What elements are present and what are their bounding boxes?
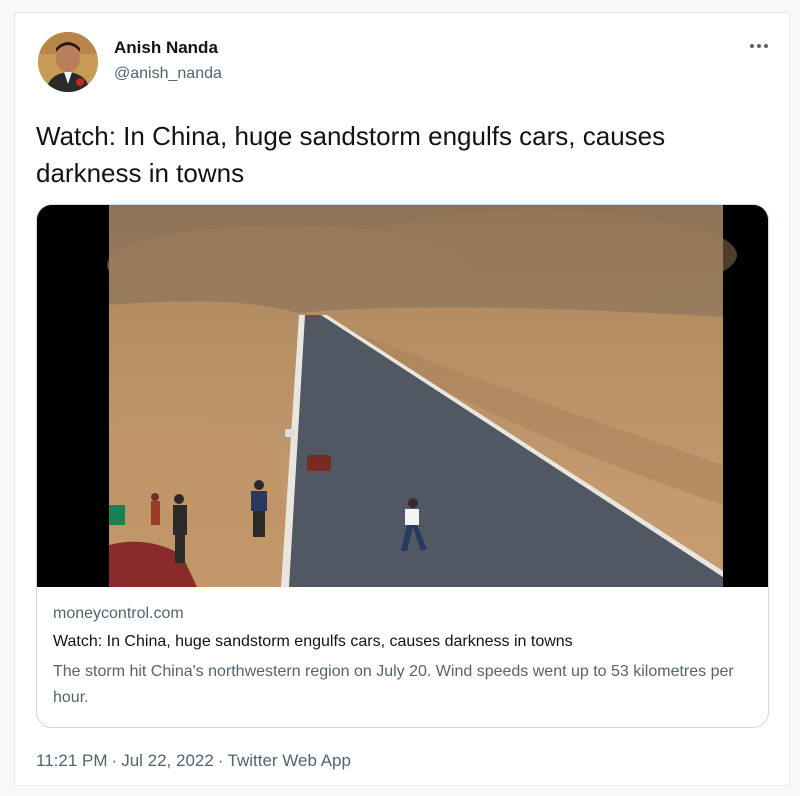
link-preview-card[interactable]: moneycontrol.com Watch: In China, huge s… [36,204,769,728]
tweet-source[interactable]: Twitter Web App [228,751,351,770]
link-domain: moneycontrol.com [53,605,184,622]
author-handle[interactable]: @anish_nanda [114,64,222,84]
sandstorm-road-image [37,205,768,587]
more-horizontal-icon[interactable] [744,34,774,58]
link-title: Watch: In China, huge sandstorm engulfs … [53,633,573,650]
link-card-body: moneycontrol.com Watch: In China, huge s… [53,603,753,711]
tweet-text: Watch: In China, huge sandstorm engulfs … [36,121,666,188]
tweet-time[interactable]: 11:21 PM [36,751,108,770]
author-block: Anish Nanda @anish_nanda [114,38,222,84]
video-thumbnail[interactable] [37,205,768,587]
avatar[interactable] [38,32,98,92]
avatar-photo [38,32,98,92]
page: Anish Nanda @anish_nanda Watch: In China… [0,0,800,796]
tweet-meta: 11:21 PM · Jul 22, 2022 · Twitter Web App [36,750,351,772]
meta-separator: · [111,751,118,770]
link-description: The storm hit China's northwestern regio… [53,663,734,706]
author-name[interactable]: Anish Nanda [114,38,222,58]
meta-separator: · [217,751,224,770]
tweet-date[interactable]: Jul 22, 2022 [121,751,214,770]
